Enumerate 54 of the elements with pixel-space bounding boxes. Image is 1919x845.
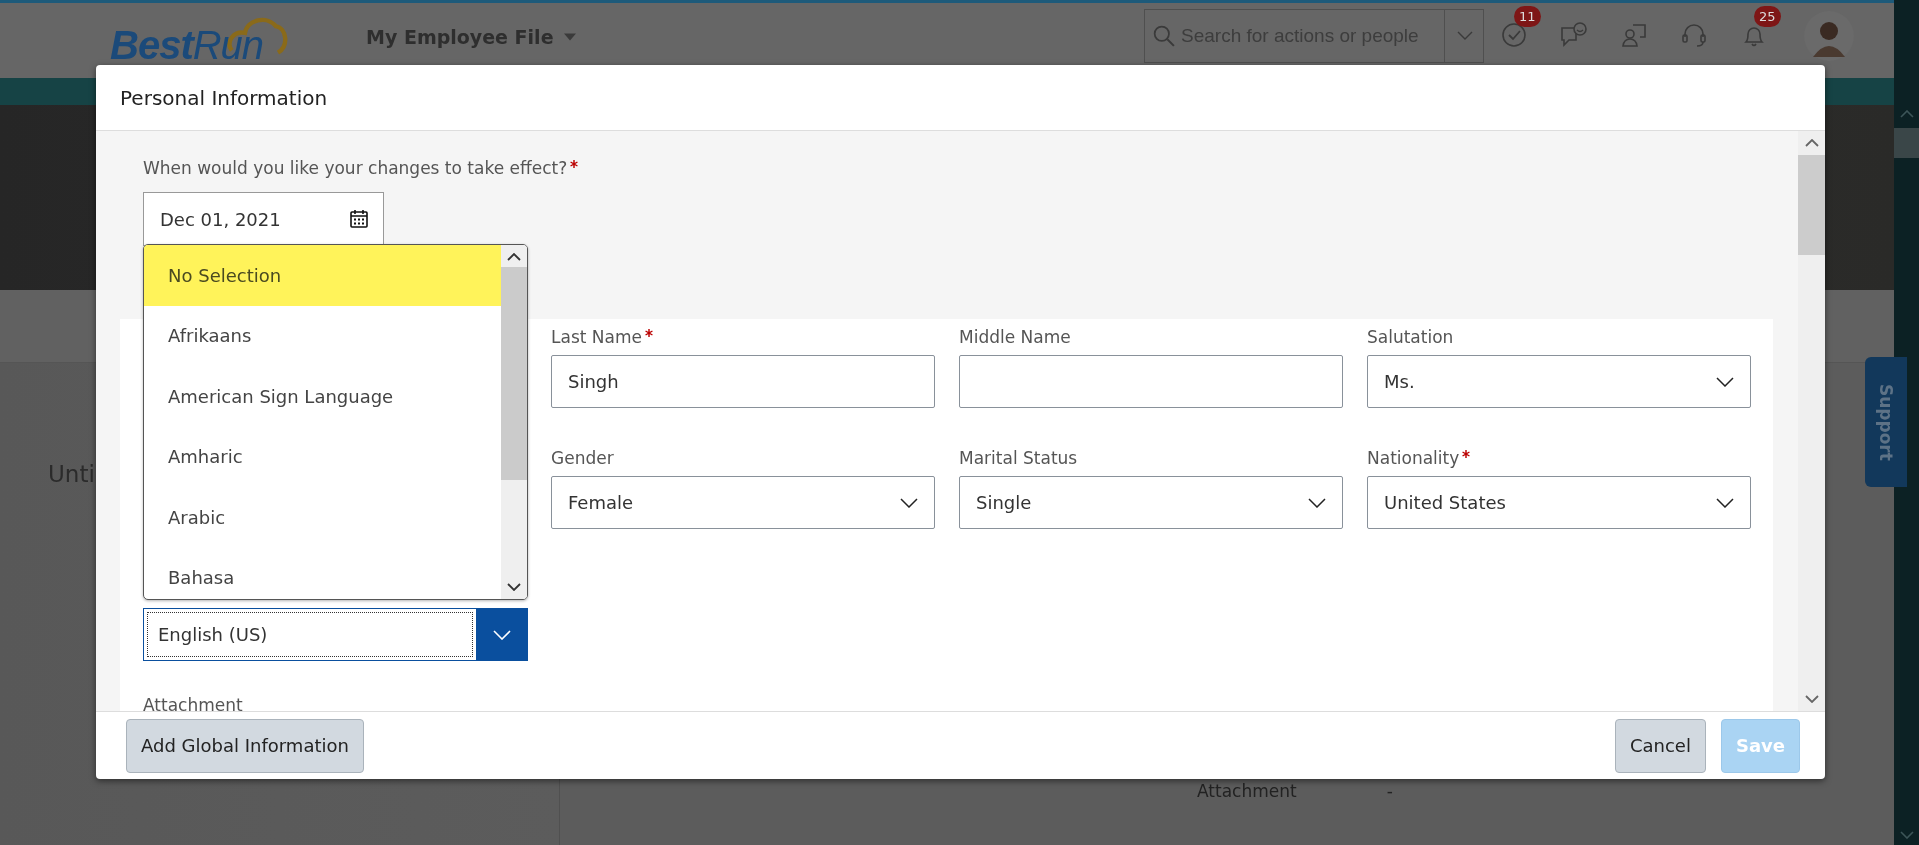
field-label: Salutation [1367, 326, 1455, 349]
scroll-up-icon[interactable] [507, 253, 521, 261]
dropdown-option[interactable]: No Selection [144, 245, 501, 306]
calendar-icon [349, 209, 369, 229]
dropdown-option[interactable]: Bahasa [144, 547, 501, 599]
chevron-down-icon [900, 497, 918, 508]
text-field[interactable] [959, 355, 1343, 408]
select-field[interactable]: Female [551, 476, 935, 529]
field-label: Gender [551, 447, 615, 470]
field-label: When would you like your changes to take effect? [120, 156, 1773, 180]
field-label: Middle Name [959, 326, 1072, 349]
required-icon [570, 160, 579, 168]
dropdown-option[interactable]: Amharic [144, 426, 501, 487]
people-icon [1621, 21, 1647, 48]
select-field[interactable]: Single [959, 476, 1343, 529]
footer-button[interactable]: Add Global Information [126, 718, 364, 773]
search-icon [1153, 24, 1175, 47]
caret-icon [563, 32, 576, 41]
field-label: Nationality [1367, 446, 1751, 470]
select-field[interactable]: United States [1367, 476, 1751, 529]
date-field[interactable]: Dec 01, 2021 [143, 192, 384, 246]
count-badge: 25 [1754, 5, 1781, 27]
select-field[interactable]: English (US) [143, 608, 528, 661]
chevron-down-icon [1308, 497, 1326, 508]
field-label: Last Name [551, 325, 935, 349]
cancel-button[interactable]: Cancel [1614, 718, 1706, 773]
chevron-down-icon [492, 629, 511, 640]
count-badge: 11 [1514, 5, 1541, 27]
chat-smiley-icon [1560, 21, 1588, 48]
scroll-down-icon[interactable] [1804, 695, 1819, 703]
dropdown-option[interactable]: Arabic [144, 487, 501, 548]
text-field[interactable]: Singh [551, 355, 935, 408]
header-icon-button[interactable]: 11 [1484, 5, 1544, 62]
headset-icon [1681, 21, 1707, 48]
logo: BestRun [110, 23, 264, 68]
field-label: Attachment [1197, 781, 1297, 801]
dropdown-option[interactable]: American Sign Language [144, 366, 501, 427]
scroll-down-icon[interactable] [507, 583, 521, 591]
field-label: Marital Status [959, 447, 1079, 470]
select-field[interactable]: Ms. [1367, 355, 1751, 408]
scrollbar-thumb[interactable] [501, 267, 527, 480]
field-label: Attachment [143, 694, 244, 711]
scrollbar-thumb[interactable] [1894, 128, 1919, 158]
chevron-down-icon [1716, 497, 1734, 508]
required-icon [644, 329, 653, 337]
chevron-down-icon [1716, 376, 1734, 387]
header-icon-button[interactable]: 25 [1724, 5, 1784, 62]
scrollbar-thumb[interactable] [1798, 155, 1825, 255]
field-value: - [1386, 781, 1393, 801]
checkmark-circle-icon [1501, 21, 1527, 48]
required-icon [1462, 450, 1471, 458]
dropdown-option[interactable]: Afrikaans [144, 305, 501, 366]
chevron-down-icon [1457, 30, 1473, 41]
scroll-up-icon[interactable] [1804, 139, 1819, 147]
